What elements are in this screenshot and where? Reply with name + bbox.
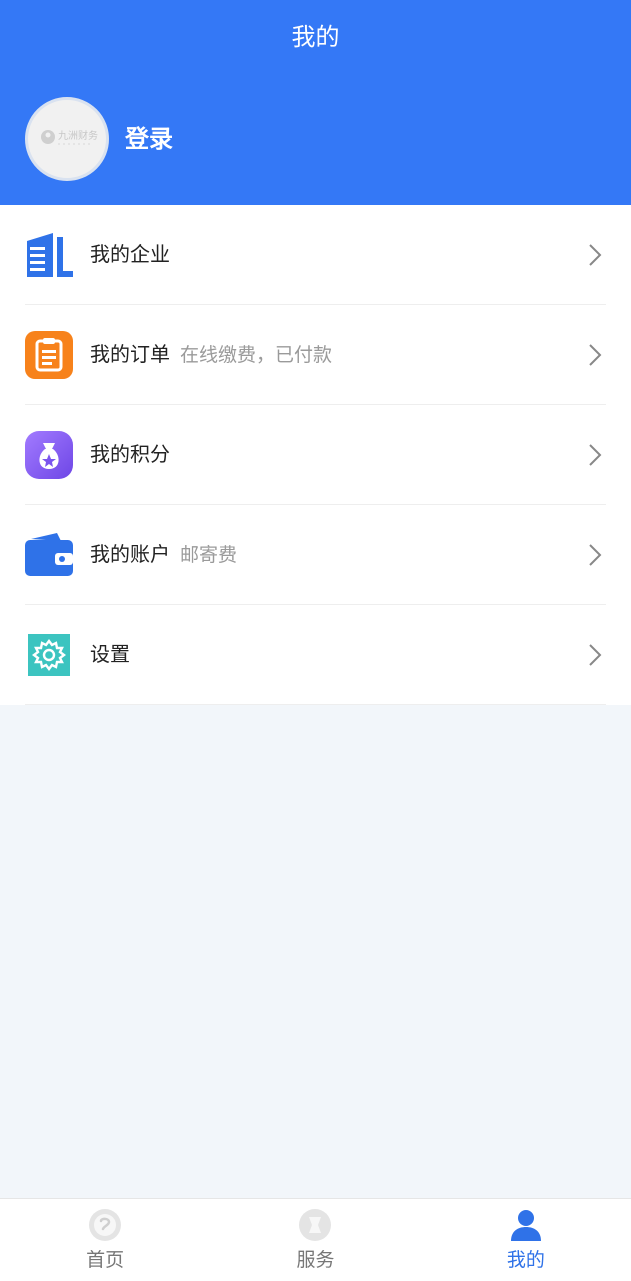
menu-item-sub: 在线缴费，已付款 — [180, 344, 333, 366]
profile-header: 我的 九洲财务 登录 — [0, 0, 631, 205]
home-icon — [89, 1209, 122, 1241]
building-icon — [27, 233, 73, 277]
tab-label: 首页 — [86, 1249, 125, 1271]
menu-item-my-company[interactable]: 我的企业 — [25, 205, 606, 305]
menu-item-my-orders[interactable]: 我的订单 在线缴费，已付款 — [25, 305, 606, 405]
chevron-right-icon — [589, 644, 602, 666]
menu-item-sub: 邮寄费 — [180, 544, 238, 566]
tab-service[interactable]: 服务 — [210, 1199, 420, 1281]
menu-item-label: 我的积分 — [90, 442, 170, 466]
bottom-tab-bar: 首页 服务 我的 — [0, 1198, 631, 1281]
wallet-icon — [25, 533, 73, 576]
chevron-right-icon — [589, 544, 602, 566]
menu-item-label: 设置 — [90, 642, 130, 666]
menu-item-my-account[interactable]: 我的账户 邮寄费 — [25, 505, 606, 605]
chevron-right-icon — [589, 344, 602, 366]
page-title: 我的 — [291, 23, 340, 51]
menu-item-my-points[interactable]: 我的积分 — [25, 405, 606, 505]
tab-label: 服务 — [296, 1249, 335, 1271]
menu-item-label: 我的订单 — [90, 342, 170, 366]
tab-label: 我的 — [506, 1249, 545, 1271]
chevron-right-icon — [589, 244, 602, 266]
menu-item-settings[interactable]: 设置 — [25, 605, 606, 705]
avatar[interactable]: 九洲财务 — [25, 97, 109, 181]
tab-home[interactable]: 首页 — [0, 1199, 210, 1281]
login-link[interactable]: 登录 — [125, 122, 173, 156]
avatar-logo-text: 九洲财务 — [58, 131, 98, 142]
menu-item-label: 我的账户 — [90, 542, 170, 566]
money-bag-icon — [25, 431, 73, 479]
gear-icon — [28, 634, 70, 676]
menu-list: 我的企业 我的订单 在线缴费，已付款 我的积分 我的账户 邮寄费 设置 — [0, 205, 631, 705]
menu-item-label: 我的企业 — [90, 242, 170, 266]
person-icon — [510, 1210, 541, 1241]
clipboard-icon — [25, 331, 73, 379]
service-icon — [299, 1209, 332, 1241]
tab-mine[interactable]: 我的 — [421, 1199, 631, 1281]
chevron-right-icon — [589, 444, 602, 466]
